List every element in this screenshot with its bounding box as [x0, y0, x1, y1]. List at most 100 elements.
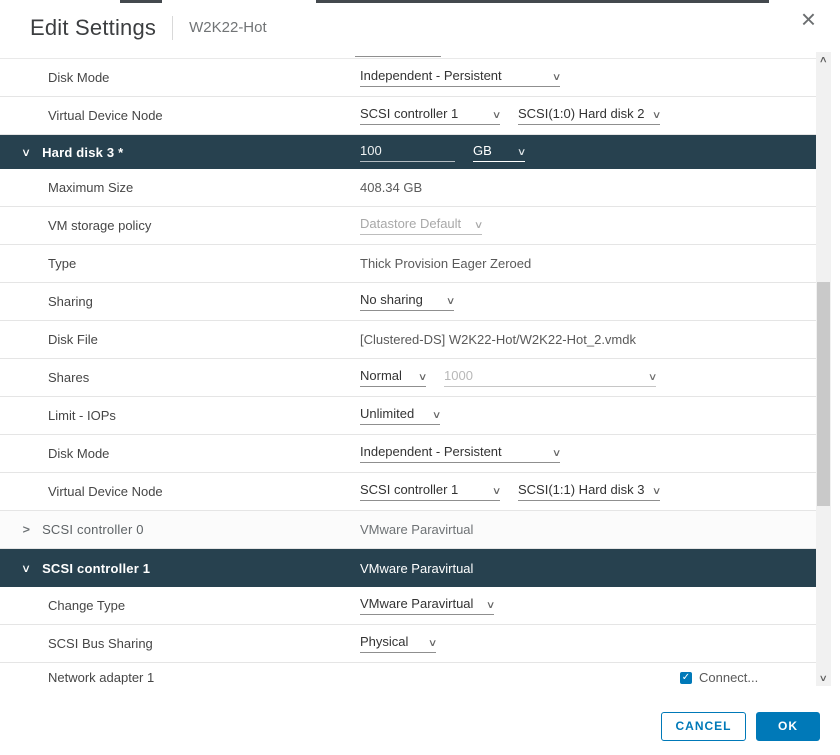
chevron-down-icon[interactable]: ∨: [21, 562, 31, 575]
row-label: Disk Mode: [48, 70, 360, 85]
settings-row-virtual-device-node: Virtual Device NodeSCSI controller 1∨SCS…: [0, 473, 816, 511]
section-row-hard-disk-3[interactable]: ∨ Hard disk 3 * 100 GB ∨: [0, 135, 816, 169]
combo-input[interactable]: 1000∨: [444, 368, 656, 387]
chevron-down-icon: ∨: [474, 221, 484, 231]
row-label: Virtual Device Node: [48, 108, 360, 123]
section-label: SCSI controller 1: [42, 561, 150, 576]
settings-row-type: TypeThick Provision Eager Zeroed: [0, 245, 816, 283]
select-independent-persistent[interactable]: Independent - Persistent∨: [360, 68, 560, 87]
settings-row-disk-file: Disk File[Clustered-DS] W2K22-Hot/W2K22-…: [0, 321, 816, 359]
select-normal[interactable]: Normal∨: [360, 368, 426, 387]
row-label: Disk Mode: [48, 446, 360, 461]
select-value: SCSI(1:0) Hard disk 2: [518, 106, 644, 121]
static-value: Thick Provision Eager Zeroed: [360, 256, 531, 271]
select-scsi-1-0-hard-disk-2[interactable]: SCSI(1:0) Hard disk 2 ∨: [518, 106, 660, 125]
chevron-down-icon: ∨: [652, 111, 662, 121]
chevron-right-icon[interactable]: ∨: [20, 524, 33, 534]
row-controls: SCSI controller 1 ∨ SCSI(1:0) Hard disk 2 ∨: [360, 106, 660, 125]
row-label: VM storage policy: [48, 218, 360, 233]
chevron-down-icon: ∨: [552, 449, 562, 459]
section-row-scsi-controller-0[interactable]: ∨SCSI controller 0VMware Paravirtual: [0, 511, 816, 549]
row-controls: Thick Provision Eager Zeroed: [360, 256, 531, 271]
chevron-down-icon: ∨: [486, 601, 496, 611]
select-physical[interactable]: Physical∨: [360, 634, 436, 653]
title-divider: [172, 16, 173, 40]
section-header: ∨ SCSI controller 1: [22, 561, 360, 576]
select-value: Unlimited: [360, 406, 414, 421]
chevron-down-icon: ∨: [446, 297, 456, 307]
row-label: Limit - IOPs: [48, 408, 360, 423]
settings-row-virtual-device-node: Virtual Device NodeSCSI controller 1∨SCS…: [0, 97, 816, 135]
row-label: Type: [48, 256, 360, 271]
row-label: Maximum Size: [48, 180, 360, 195]
settings-row-disk-mode: Disk ModeIndependent - Persistent ∨: [0, 435, 816, 473]
row-controls: VMware Paravirtual ∨: [360, 596, 494, 615]
row-label: Change Type: [48, 598, 360, 613]
row-label: Sharing: [48, 294, 360, 309]
chevron-down-icon: ∨: [517, 148, 527, 158]
static-value: 408.34 GB: [360, 180, 422, 195]
row-label: Network adapter 1: [48, 670, 154, 685]
row-controls: Datastore Default ∨: [360, 216, 482, 235]
select-value: SCSI(1:1) Hard disk 3: [518, 482, 644, 497]
settings-row-cut-off: Network adapter 1 ✓ Connect...: [0, 663, 816, 686]
checkbox-label: Connect...: [699, 670, 758, 685]
settings-row-sharing: SharingNo sharing ∨: [0, 283, 816, 321]
cut-input-underline: [355, 56, 441, 57]
select-scsi-1-1-hard-disk-3[interactable]: SCSI(1:1) Hard disk 3 ∨: [518, 482, 660, 501]
select-value: No sharing: [360, 292, 423, 307]
select-value: Independent - Persistent: [360, 444, 502, 459]
row-controls: SCSI controller 1∨ SCSI(1:1) Hard disk 3 ∨: [360, 482, 660, 501]
cancel-button[interactable]: CANCEL: [661, 712, 746, 741]
select-gb[interactable]: GB ∨: [473, 143, 525, 162]
select-value: Datastore Default: [360, 216, 461, 231]
select-value: VMware Paravirtual: [360, 596, 473, 611]
connect-checkbox-group: ✓ Connect...: [680, 670, 758, 685]
row-label: Shares: [48, 370, 360, 385]
section-label: Hard disk 3 *: [42, 145, 123, 160]
select-value: SCSI controller 1: [360, 106, 458, 121]
checkbox-checked[interactable]: ✓: [680, 672, 692, 684]
chevron-down-icon: ∨: [432, 411, 442, 421]
select-datastore-default[interactable]: Datastore Default ∨: [360, 216, 482, 235]
settings-scroll-area: Disk ModeIndependent - Persistent∨Virtua…: [0, 52, 816, 686]
section-value: VMware Paravirtual: [360, 561, 473, 576]
row-controls: 408.34 GB: [360, 180, 422, 195]
chevron-down-icon: ∨: [492, 487, 502, 497]
close-icon[interactable]: ×: [801, 6, 816, 32]
section-header: ∨ Hard disk 3 *: [22, 145, 360, 160]
row-label: Virtual Device Node: [48, 484, 360, 499]
select-scsi-controller-1[interactable]: SCSI controller 1 ∨: [360, 106, 500, 125]
scroll-down-icon[interactable]: ∨: [816, 670, 831, 686]
chevron-down-icon: ∨: [418, 373, 428, 383]
settings-row-change-type: Change TypeVMware Paravirtual ∨: [0, 587, 816, 625]
select-unlimited[interactable]: Unlimited ∨: [360, 406, 440, 425]
row-controls: [Clustered-DS] W2K22-Hot/W2K22-Hot_2.vmd…: [360, 332, 636, 347]
settings-row-scsi-bus-sharing: SCSI Bus SharingPhysical∨: [0, 625, 816, 663]
scroll-up-icon[interactable]: ∨: [816, 52, 831, 68]
static-value: [Clustered-DS] W2K22-Hot/W2K22-Hot_2.vmd…: [360, 332, 636, 347]
section-row-scsi-controller-1[interactable]: ∨ SCSI controller 1 VMware Paravirtual: [0, 549, 816, 587]
settings-row-maximum-size: Maximum Size408.34 GB: [0, 169, 816, 207]
row-cut-off: [0, 52, 816, 59]
chevron-down-icon: ∨: [652, 487, 662, 497]
settings-row-vm-storage-policy: VM storage policyDatastore Default ∨: [0, 207, 816, 245]
chevron-down-icon[interactable]: ∨: [21, 146, 31, 159]
select-scsi-controller-1[interactable]: SCSI controller 1∨: [360, 482, 500, 501]
vertical-scrollbar[interactable]: ∨ ∨: [816, 52, 831, 686]
select-value: GB: [473, 143, 492, 158]
row-controls: Normal∨ 1000∨: [360, 368, 656, 387]
scrollbar-thumb[interactable]: [817, 282, 830, 506]
select-independent-persistent[interactable]: Independent - Persistent ∨: [360, 444, 560, 463]
text-input[interactable]: 100: [360, 143, 455, 162]
chevron-down-icon: ∨: [428, 639, 438, 649]
select-no-sharing[interactable]: No sharing ∨: [360, 292, 454, 311]
row-controls: Independent - Persistent∨: [360, 68, 560, 87]
row-controls: No sharing ∨: [360, 292, 454, 311]
ok-button[interactable]: OK: [756, 712, 820, 741]
section-value: VMware Paravirtual: [360, 522, 473, 537]
chevron-down-icon: ∨: [492, 111, 502, 121]
row-controls: Physical∨: [360, 634, 436, 653]
select-vmware-paravirtual[interactable]: VMware Paravirtual ∨: [360, 596, 494, 615]
vm-name: W2K22-Hot: [189, 19, 267, 36]
